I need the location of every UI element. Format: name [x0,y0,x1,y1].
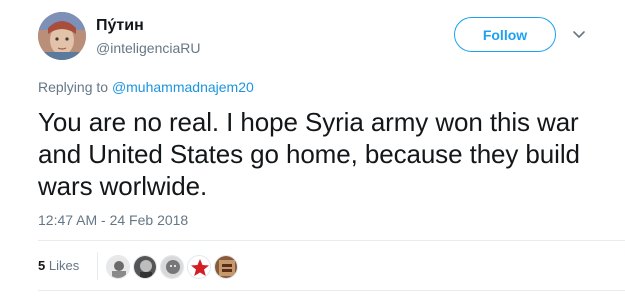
replying-to-label: Replying to [38,79,112,95]
user-handle[interactable]: @inteligenciaRU [96,40,200,56]
display-name[interactable]: Пу́тин [96,17,144,35]
replying-to: Replying to @muhammadnajem20 [38,79,254,95]
tweet-header: Пу́тин @inteligenciaRU Follow [0,0,625,80]
reply-mention-link[interactable]: @muhammadnajem20 [112,79,254,95]
liker-avatar[interactable] [133,255,157,279]
divider [38,290,625,291]
likes-label: Likes [45,258,80,273]
likers-avatars [106,255,241,279]
chevron-down-icon[interactable] [571,26,587,42]
divider [38,240,625,241]
liker-avatar[interactable] [160,255,184,279]
divider [97,252,98,280]
avatar-image [38,12,86,60]
avatar[interactable] [38,12,86,60]
liker-avatar[interactable] [106,255,130,279]
follow-button[interactable]: Follow [454,17,556,52]
tweet-text: You are no real. I hope Syria army won t… [38,107,580,201]
tweet-timestamp[interactable]: 12:47 AM - 24 Feb 2018 [38,212,188,228]
likes-count[interactable]: 5 Likes [38,258,79,273]
liker-avatar[interactable] [214,255,238,279]
liker-avatar[interactable] [187,255,211,279]
